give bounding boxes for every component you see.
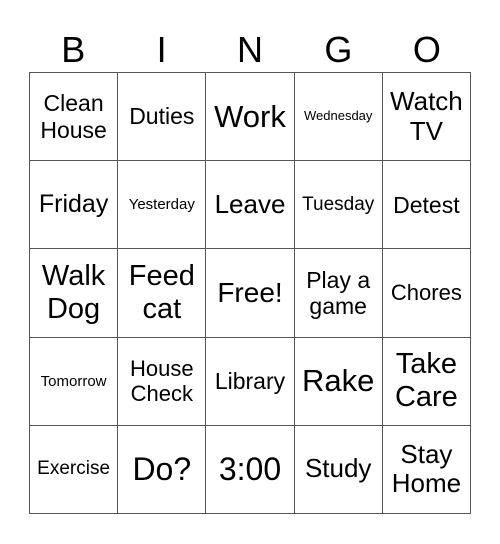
bingo-cell[interactable]: Detest	[382, 161, 471, 250]
bingo-grid: Clean House Duties Work Wednesday Watch …	[29, 72, 471, 514]
bingo-cell[interactable]: Tuesday	[294, 161, 383, 250]
bingo-cell[interactable]: Clean House	[30, 73, 119, 162]
bingo-header: B I N G O	[29, 28, 471, 72]
header-letter-n: N	[237, 29, 264, 70]
bingo-cell[interactable]: Library	[206, 337, 295, 426]
bingo-cell[interactable]: Wednesday	[294, 73, 383, 162]
bingo-cell[interactable]: 3:00	[206, 425, 295, 514]
bingo-cell[interactable]: Take Care	[382, 337, 471, 426]
bingo-cell[interactable]: Chores	[382, 249, 471, 338]
bingo-cell[interactable]: Study	[294, 425, 383, 514]
bingo-cell[interactable]: Duties	[118, 73, 207, 162]
bingo-cell[interactable]: Exercise	[30, 425, 119, 514]
bingo-cell[interactable]: Watch TV	[382, 73, 471, 162]
bingo-cell[interactable]: Work	[206, 73, 295, 162]
bingo-cell[interactable]: Rake	[294, 337, 383, 426]
bingo-cell[interactable]: Stay Home	[382, 425, 471, 514]
header-letter-i: I	[156, 29, 167, 70]
bingo-cell[interactable]: Friday	[30, 161, 119, 250]
header-letter-o: O	[412, 29, 441, 70]
bingo-cell[interactable]: Tomorrow	[30, 337, 119, 426]
header-letter-b: B	[61, 29, 86, 70]
bingo-cell[interactable]: Leave	[206, 161, 295, 250]
bingo-cell[interactable]: Walk Dog	[30, 249, 119, 338]
bingo-cell[interactable]: Feed cat	[118, 249, 207, 338]
bingo-cell[interactable]: House Check	[118, 337, 207, 426]
bingo-cell[interactable]: Free!	[206, 249, 295, 338]
bingo-cell[interactable]: Do?	[118, 425, 207, 514]
bingo-cell[interactable]: Yesterday	[118, 161, 207, 250]
header-letter-g: G	[324, 29, 353, 70]
bingo-cell[interactable]: Play a game	[294, 249, 383, 338]
